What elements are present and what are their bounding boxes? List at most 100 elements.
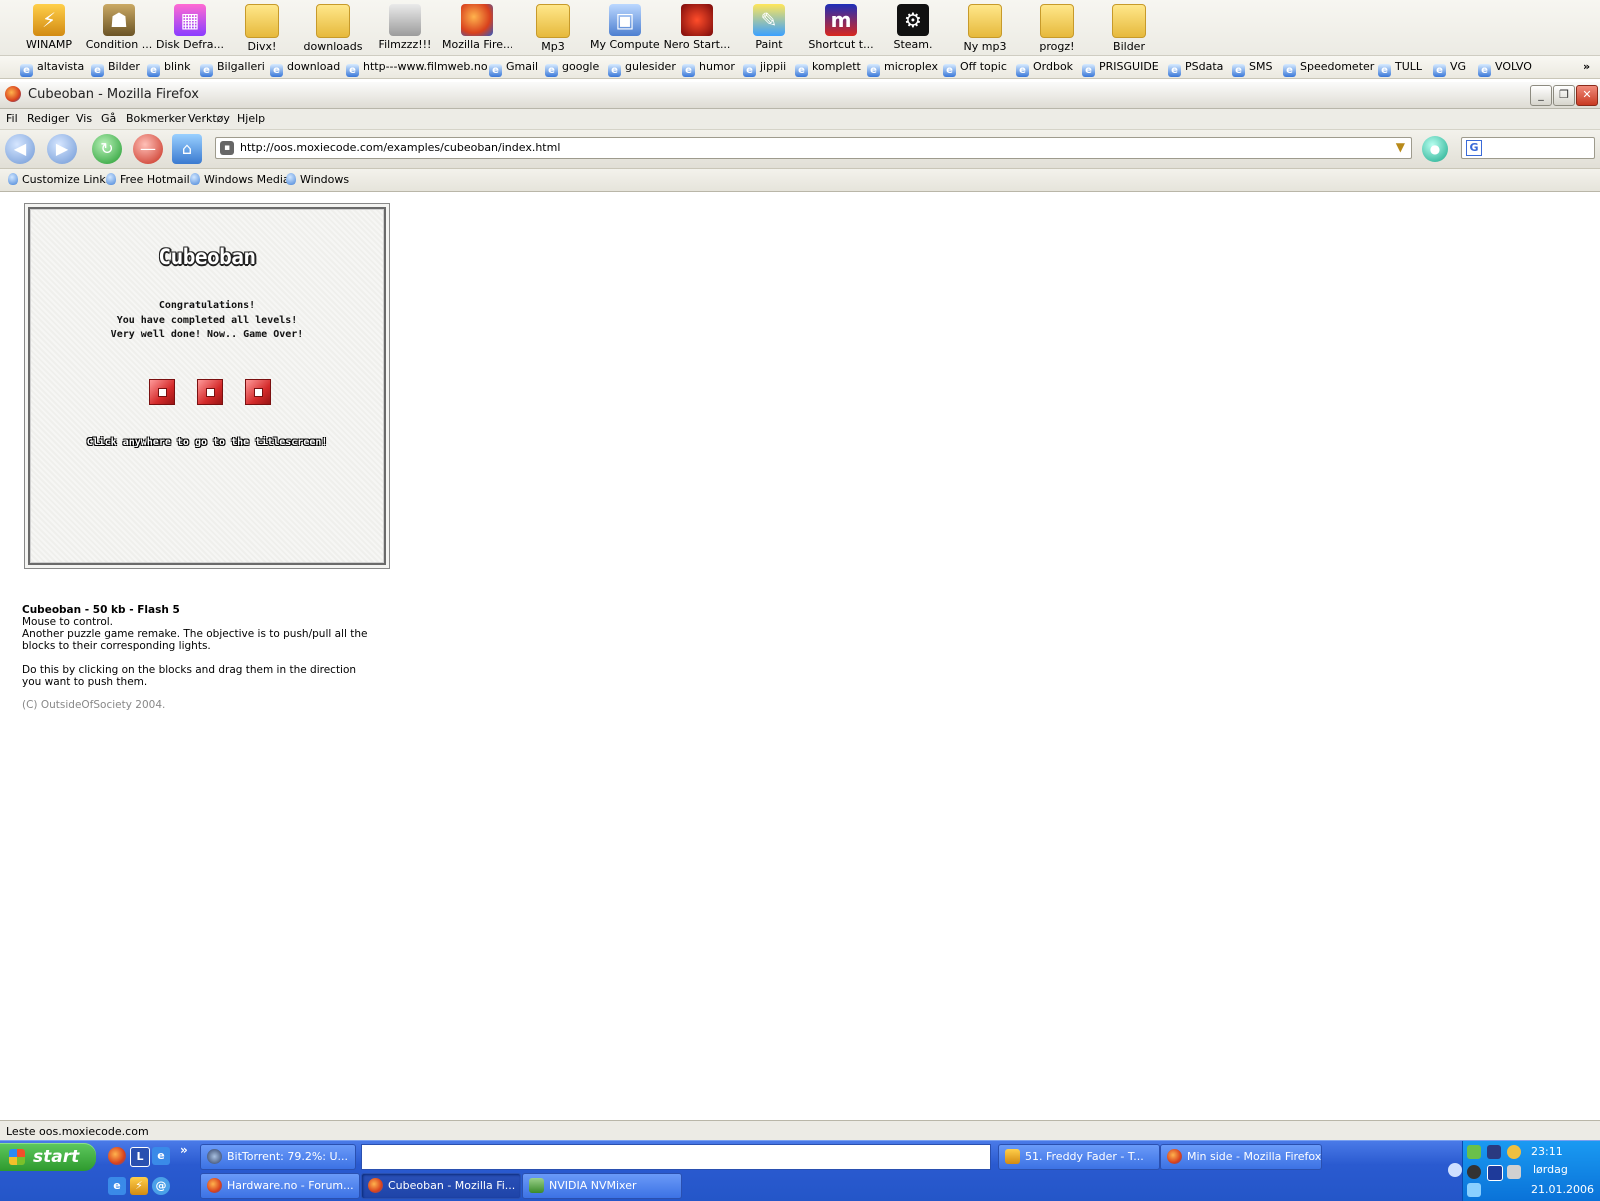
- start-button[interactable]: start: [0, 1143, 96, 1171]
- info-line: Another puzzle game remake. The objectiv…: [22, 628, 368, 640]
- desktop-icon-ny-mp3[interactable]: Ny mp3: [950, 2, 1020, 54]
- task-min-side-firefox[interactable]: Min side - Mozilla Firefox: [1160, 1144, 1322, 1170]
- quicklaunch-show-desktop-icon[interactable]: L: [130, 1147, 150, 1167]
- task-cubeoban-firefox[interactable]: Cubeoban - Mozilla Fi...: [361, 1173, 521, 1199]
- tray-expand-icon[interactable]: [1448, 1163, 1462, 1177]
- tray-bittorrent-icon[interactable]: [1467, 1165, 1481, 1179]
- link-speedometer[interactable]: e Speedometer: [1283, 59, 1374, 77]
- menu-fil[interactable]: Fil: [6, 112, 18, 125]
- desktop-icon-my-computer[interactable]: ▣ My Computer: [590, 2, 660, 54]
- tray-misc-icon[interactable]: [1467, 1183, 1481, 1197]
- menu-ga[interactable]: Gå: [101, 112, 116, 125]
- ptb-windows-media[interactable]: Windows Media: [190, 173, 290, 186]
- url-input[interactable]: [240, 139, 1370, 156]
- desktop-icon-winamp[interactable]: ⚡ WINAMP: [14, 2, 84, 54]
- link-gulesider[interactable]: e gulesider: [608, 59, 676, 77]
- clock-time[interactable]: 23:11: [1531, 1145, 1563, 1158]
- link-volvo[interactable]: e VOLVO: [1478, 59, 1532, 77]
- desktop-icon-divx[interactable]: Divx!: [227, 2, 297, 54]
- desktop-icon-steam[interactable]: ⚙ Steam.: [878, 2, 948, 54]
- tray-volume-icon[interactable]: [1507, 1165, 1521, 1179]
- menu-vis[interactable]: Vis: [76, 112, 92, 125]
- tray-network-icon[interactable]: [1467, 1145, 1481, 1159]
- google-icon[interactable]: G: [1466, 140, 1482, 156]
- game-stage[interactable]: Cubeoban Congratulations! You have compl…: [28, 207, 386, 565]
- quicklaunch-overflow-chevron[interactable]: »: [180, 1143, 188, 1157]
- quicklaunch-ie-icon[interactable]: e: [108, 1177, 126, 1195]
- window-title-bar[interactable]: Cubeoban - Mozilla Firefox _ ❐ ✕: [0, 82, 1600, 109]
- link-komplett[interactable]: e komplett: [795, 59, 861, 77]
- ptb-windows[interactable]: Windows: [286, 173, 349, 186]
- link-prisguide[interactable]: e PRISGUIDE: [1082, 59, 1159, 77]
- tray-l-icon[interactable]: [1487, 1165, 1503, 1181]
- desktop-icon-mozilla-firefox[interactable]: Mozilla Fire...: [442, 2, 512, 54]
- back-button[interactable]: ◀: [5, 134, 35, 164]
- game-click-hint[interactable]: Click anywhere to go to the titlescreen!: [30, 437, 384, 448]
- desktop-icon-paint[interactable]: ✎ Paint: [734, 2, 804, 54]
- desktop-icon-downloads[interactable]: downloads: [298, 2, 368, 54]
- task-bittorrent[interactable]: BitTorrent: 79.2%: U...: [200, 1144, 356, 1170]
- link-bilder[interactable]: e Bilder: [91, 59, 140, 77]
- url-dropdown-icon[interactable]: ▼: [1396, 140, 1405, 154]
- ie-link-icon: e: [943, 64, 956, 77]
- quicklaunch-firefox-icon[interactable]: [108, 1147, 126, 1165]
- quicklaunch-ie-icon[interactable]: e: [152, 1147, 170, 1165]
- desktop-icon-label: Filmzzz!!!: [378, 38, 432, 51]
- flash-game-frame[interactable]: Cubeoban Congratulations! You have compl…: [24, 203, 390, 569]
- desktop-icon-disk-defrag[interactable]: ▦ Disk Defra...: [155, 2, 225, 54]
- desktop-icon-filmzzz[interactable]: Filmzzz!!!: [370, 2, 440, 54]
- ie-link-icon: e: [545, 64, 558, 77]
- task-winamp[interactable]: 51. Freddy Fader - T...: [998, 1144, 1160, 1170]
- link-download[interactable]: e download: [270, 59, 340, 77]
- ptb-customize-links[interactable]: Customize Links: [8, 173, 112, 186]
- desktop-icon-bilder[interactable]: Bilder: [1094, 2, 1164, 54]
- desktop-icon-shortcut[interactable]: m Shortcut t...: [806, 2, 876, 54]
- stop-button[interactable]: —: [133, 134, 163, 164]
- quicklaunch-winamp-icon[interactable]: ⚡: [130, 1177, 148, 1195]
- search-input[interactable]: [1486, 139, 1586, 156]
- link-bilgalleri[interactable]: e Bilgalleri: [200, 59, 265, 77]
- url-bar[interactable]: ▪ ▼: [215, 137, 1412, 159]
- link-sms[interactable]: e SMS: [1232, 59, 1272, 77]
- link-tull[interactable]: e TULL: [1378, 59, 1422, 77]
- link-label: Bilgalleri: [217, 60, 265, 73]
- link-vg[interactable]: e VG: [1433, 59, 1466, 77]
- link-filmweb[interactable]: e http---www.filmweb.no: [346, 59, 488, 77]
- link-ordbok[interactable]: e Ordbok: [1016, 59, 1073, 77]
- go-button[interactable]: ●: [1422, 136, 1448, 162]
- task-label: 51. Freddy Fader - T...: [1025, 1150, 1144, 1163]
- tray-user-icon[interactable]: [1507, 1145, 1521, 1159]
- link-off-topic[interactable]: e Off topic: [943, 59, 1007, 77]
- desktop-icon-condition[interactable]: ☗ Condition ...: [84, 2, 154, 54]
- game-title: Cubeoban: [158, 245, 256, 269]
- close-button[interactable]: ✕: [1576, 85, 1598, 106]
- desktop-icon-label: progz!: [1039, 40, 1075, 53]
- home-button[interactable]: ⌂: [172, 134, 202, 164]
- task-nvidia-nvmixer[interactable]: NVIDIA NVMixer: [522, 1173, 682, 1199]
- link-microplex[interactable]: e microplex: [867, 59, 938, 77]
- task-hardware-forum[interactable]: Hardware.no - Forum...: [200, 1173, 360, 1199]
- links-overflow-chevron[interactable]: »: [1583, 59, 1590, 75]
- link-altavista[interactable]: e altavista: [20, 59, 84, 77]
- link-jippii[interactable]: e jippii: [743, 59, 786, 77]
- maximize-button[interactable]: ❐: [1553, 85, 1575, 106]
- link-humor[interactable]: e humor: [682, 59, 735, 77]
- search-bar[interactable]: G: [1461, 137, 1595, 159]
- tray-monitor-icon[interactable]: [1487, 1145, 1501, 1159]
- link-psdata[interactable]: e PSdata: [1168, 59, 1223, 77]
- menu-verktoy[interactable]: Verktøy: [188, 112, 230, 125]
- reload-button[interactable]: ↻: [92, 134, 122, 164]
- menu-bokmerker[interactable]: Bokmerker: [126, 112, 186, 125]
- link-google[interactable]: e google: [545, 59, 599, 77]
- link-gmail[interactable]: e Gmail: [489, 59, 538, 77]
- desktop-icon-progz[interactable]: progz!: [1022, 2, 1092, 54]
- link-blink[interactable]: e blink: [147, 59, 190, 77]
- quicklaunch-messenger-icon[interactable]: @: [152, 1177, 170, 1195]
- menu-hjelp[interactable]: Hjelp: [237, 112, 265, 125]
- minimize-button[interactable]: _: [1530, 85, 1552, 106]
- forward-button[interactable]: ▶: [47, 134, 77, 164]
- ptb-free-hotmail[interactable]: Free Hotmail: [106, 173, 190, 186]
- menu-rediger[interactable]: Rediger: [27, 112, 69, 125]
- desktop-icon-nero[interactable]: Nero Start...: [662, 2, 732, 54]
- desktop-icon-mp3[interactable]: Mp3: [518, 2, 588, 54]
